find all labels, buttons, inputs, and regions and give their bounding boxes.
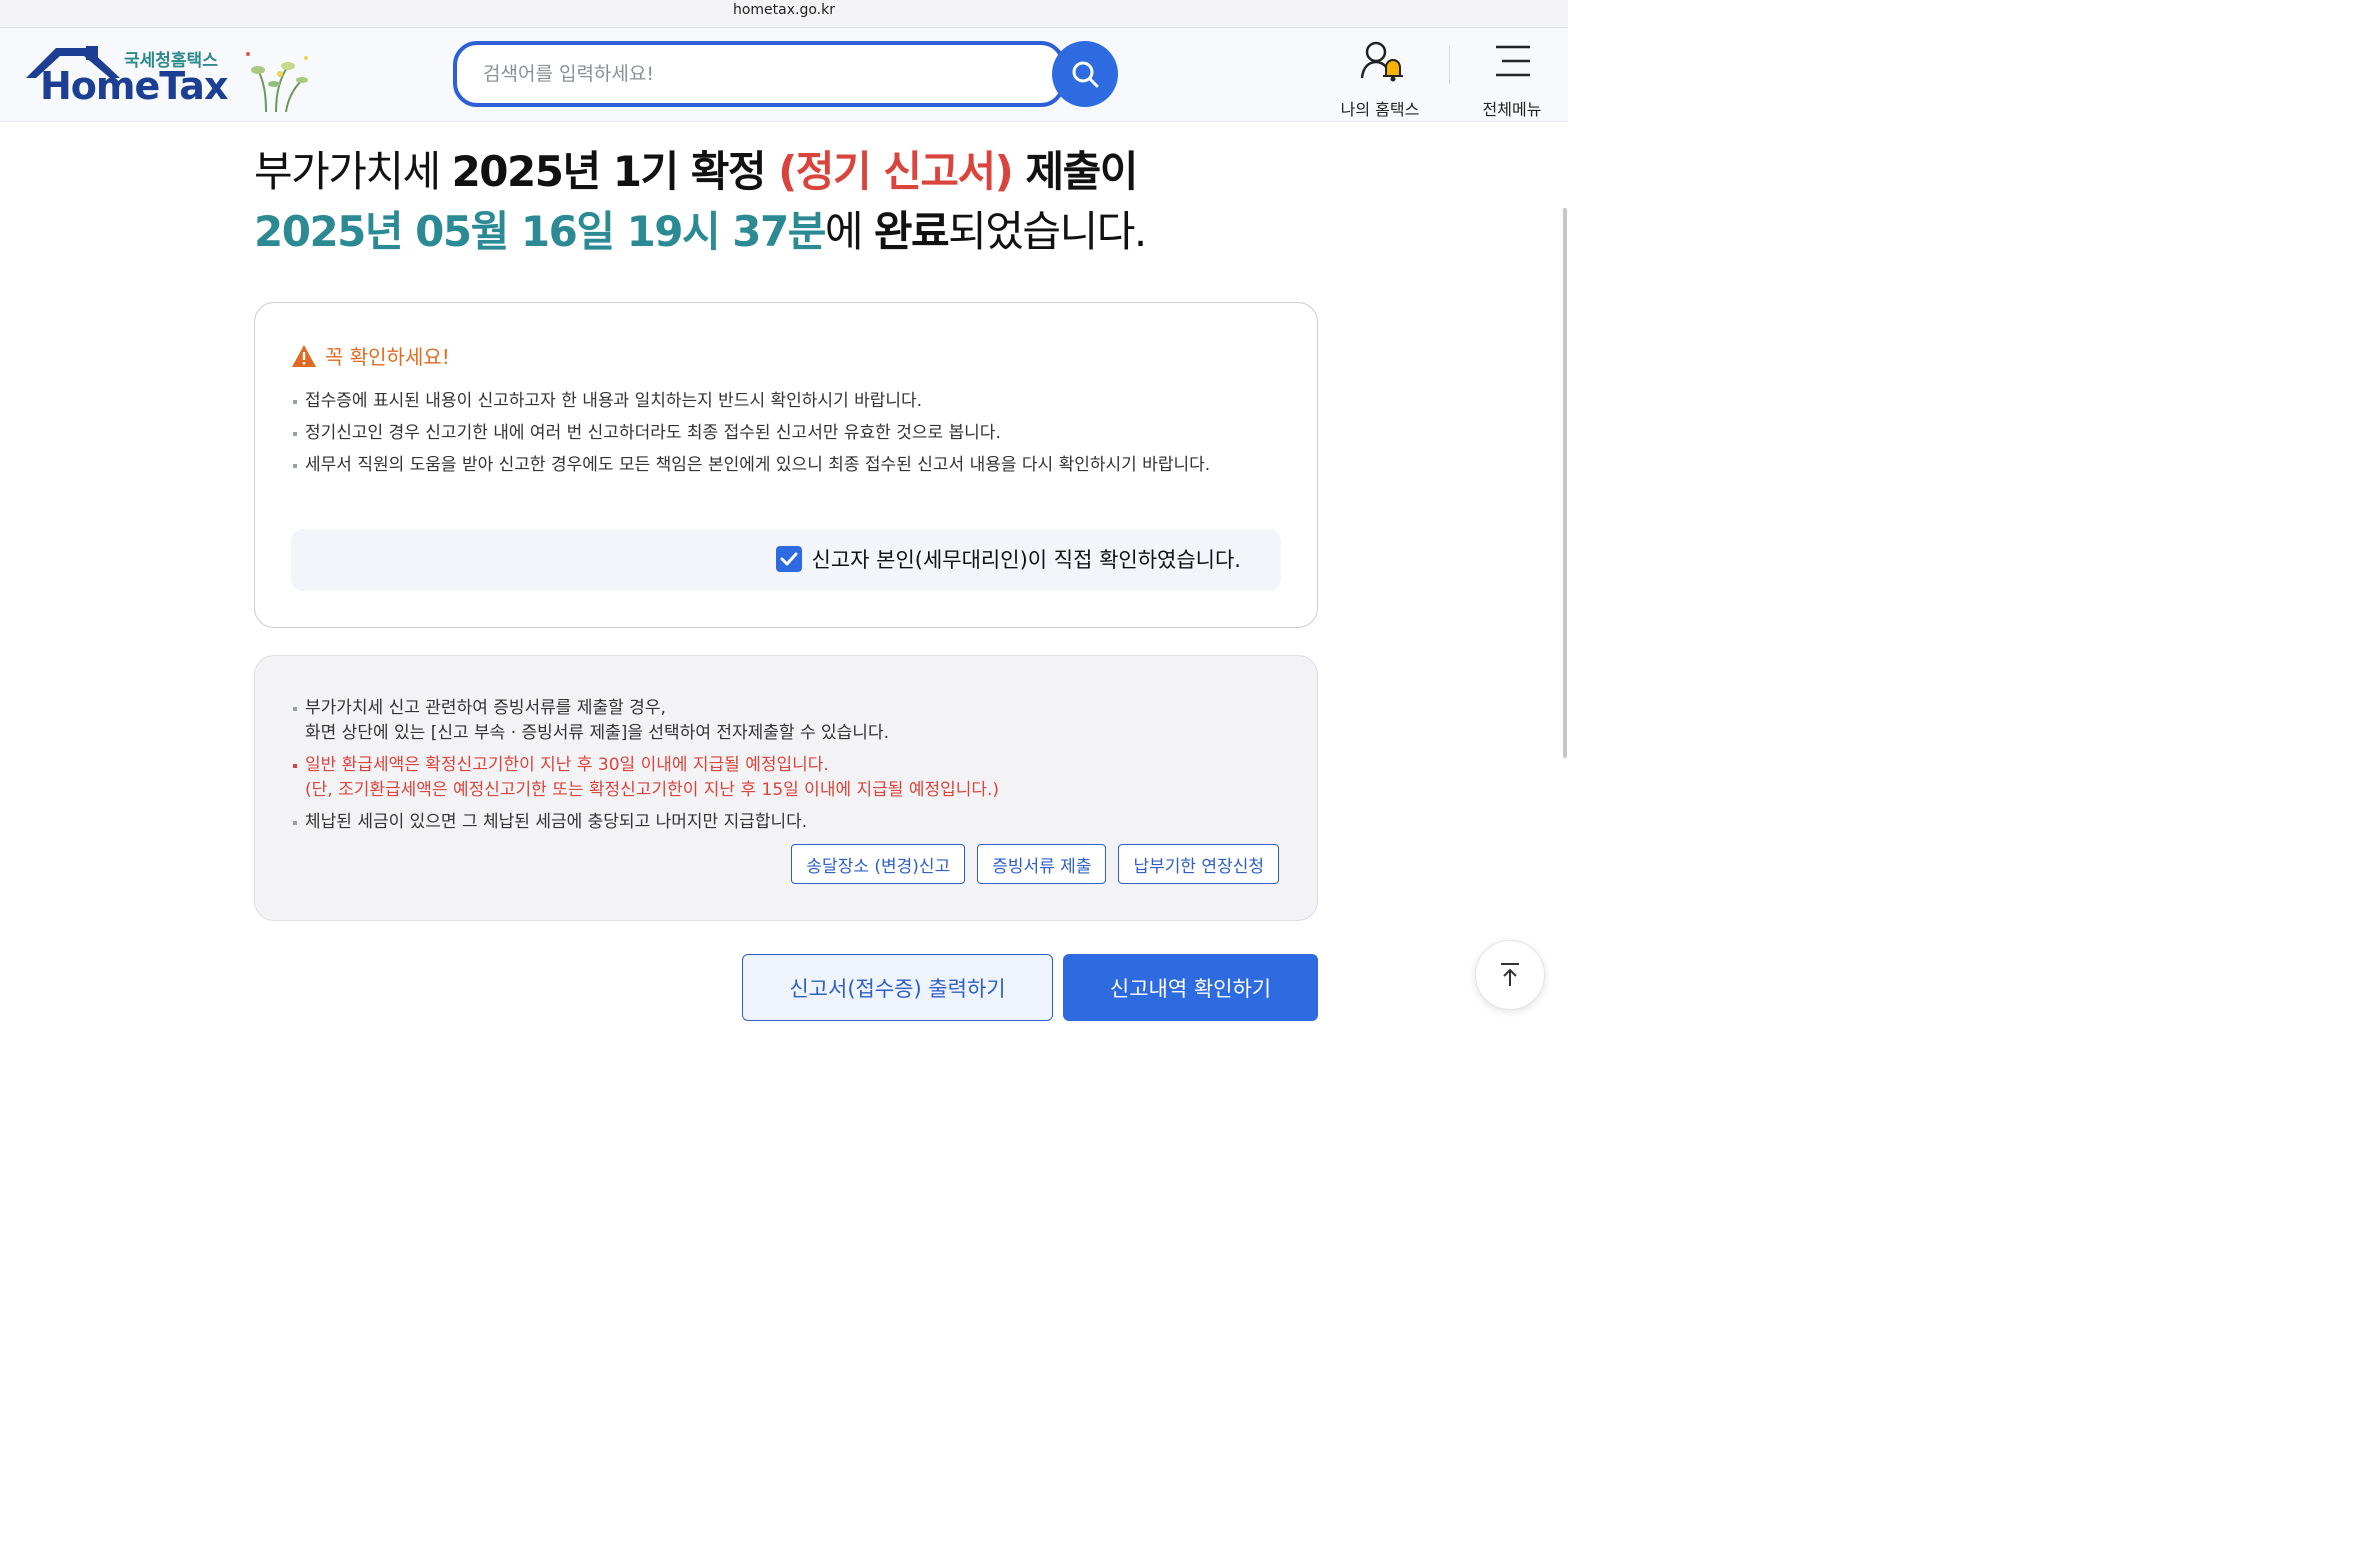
title-line-1: 부가가치세 2025년 1기 확정 (정기 신고서) 제출이 <box>254 142 1354 202</box>
list-item: 일반 환급세액은 확정신고기한이 지난 후 30일 이내에 지급될 예정입니다.… <box>291 753 1251 803</box>
submit-documents-button[interactable]: 증빙서류 제출 <box>977 844 1107 884</box>
title-period: 2025년 1기 확정 <box>451 147 779 196</box>
info-item2-line1: 일반 환급세액은 확정신고기한이 지난 후 30일 이내에 지급될 예정입니다. <box>305 755 829 775</box>
all-menu-button[interactable]: 전체메뉴 <box>1470 38 1554 119</box>
all-menu-label: 전체메뉴 <box>1482 100 1542 119</box>
hamburger-menu-icon <box>1496 45 1530 77</box>
hometax-logo[interactable]: 국세청홈택스 HomeTax <box>26 42 316 113</box>
my-hometax-label: 나의 홈택스 <box>1340 100 1420 119</box>
scroll-to-top-button[interactable] <box>1475 940 1545 1010</box>
search-button[interactable] <box>1052 41 1118 107</box>
search-icon <box>1072 61 1099 88</box>
page-scrollbar[interactable] <box>1563 208 1567 758</box>
notice-list: 접수증에 표시된 내용이 신고하고자 한 내용과 일치하는지 반드시 확인하시기… <box>291 389 1251 485</box>
search-input[interactable] <box>483 59 1043 89</box>
self-confirm-checkbox[interactable]: 신고자 본인(세무대리인)이 직접 확인하였습니다. <box>775 544 1242 574</box>
confirm-label: 신고자 본인(세무대리인)이 직접 확인하였습니다. <box>811 548 1242 572</box>
print-receipt-button[interactable]: 신고서(접수증) 출력하기 <box>742 954 1053 1021</box>
view-history-button[interactable]: 신고내역 확인하기 <box>1063 954 1318 1021</box>
list-item: 세무서 직원의 도움을 받아 신고한 경우에도 모든 책임은 본인에게 있으니 … <box>291 453 1231 478</box>
search-box[interactable] <box>453 41 1065 107</box>
submission-datetime: 2025년 05월 16일 19시 37분 <box>254 207 826 256</box>
browser-url-bar[interactable]: hometax.go.kr <box>0 0 1568 28</box>
list-item: 정기신고인 경우 신고기한 내에 여러 번 신고하더라도 최종 접수된 신고서만… <box>291 421 1251 446</box>
plant-decoration-icon <box>246 52 308 113</box>
info-buttons: 송달장소 (변경)신고 증빙서류 제출 납부기한 연장신청 <box>791 844 1279 884</box>
checkbox-checked-icon[interactable] <box>775 546 802 572</box>
my-hometax-button[interactable]: 나의 홈택스 <box>1330 38 1430 119</box>
page-title: 부가가치세 2025년 1기 확정 (정기 신고서) 제출이 2025년 05월… <box>254 142 1354 262</box>
info-list: 부가가치세 신고 관련하여 증빙서류를 제출할 경우, 화면 상단에 있는 [신… <box>291 696 1251 842</box>
logo-title: HomeTax <box>40 64 228 108</box>
title-suffix: 제출이 <box>1012 147 1138 196</box>
title-prefix: 부가가치세 <box>254 147 452 196</box>
url-text: hometax.go.kr <box>732 2 835 18</box>
notice-heading-text: 꼭 확인하세요! <box>325 345 450 369</box>
info-item1-line2: 화면 상단에 있는 [신고 부속 · 증빙서류 제출]을 선택하여 전자제출할 … <box>305 723 889 743</box>
list-item: 접수증에 표시된 내용이 신고하고자 한 내용과 일치하는지 반드시 확인하시기… <box>291 389 1251 414</box>
warning-icon <box>292 344 316 367</box>
confirm-bar: 신고자 본인(세무대리인)이 직접 확인하였습니다. <box>291 529 1281 591</box>
title-form-type: (정기 신고서) <box>778 147 1014 196</box>
info-item1-line1: 부가가치세 신고 관련하여 증빙서류를 제출할 경우, <box>305 698 666 718</box>
list-item: 부가가치세 신고 관련하여 증빙서류를 제출할 경우, 화면 상단에 있는 [신… <box>291 696 1251 746</box>
arrow-up-to-top-icon <box>1501 963 1519 986</box>
refund-info-panel: 부가가치세 신고 관련하여 증빙서류를 제출할 경우, 화면 상단에 있는 [신… <box>254 655 1318 921</box>
notice-heading: 꼭 확인하세요! <box>291 341 450 370</box>
title-complete: 완료 <box>873 207 950 256</box>
title-end: 되었습니다. <box>948 207 1147 256</box>
title-particle: 에 <box>824 207 874 256</box>
list-item: 체납된 세금이 있으면 그 체납된 세금에 충당되고 나머지만 지급합니다. <box>291 810 1251 835</box>
user-bell-icon <box>1360 41 1403 82</box>
site-header: 국세청홈택스 HomeTax 나의 <box>0 28 1568 122</box>
info-item2-line2: (단, 조기환급세액은 예정신고기한 또는 확정신고기한이 지난 후 15일 이… <box>305 780 1000 800</box>
notice-panel: 꼭 확인하세요! 접수증에 표시된 내용이 신고하고자 한 내용과 일치하는지 … <box>254 302 1318 628</box>
header-divider <box>1449 46 1450 84</box>
payment-extension-button[interactable]: 납부기한 연장신청 <box>1118 844 1279 884</box>
title-line-2: 2025년 05월 16일 19시 37분에 완료되었습니다. <box>254 202 1354 262</box>
delivery-address-button[interactable]: 송달장소 (변경)신고 <box>791 844 966 884</box>
